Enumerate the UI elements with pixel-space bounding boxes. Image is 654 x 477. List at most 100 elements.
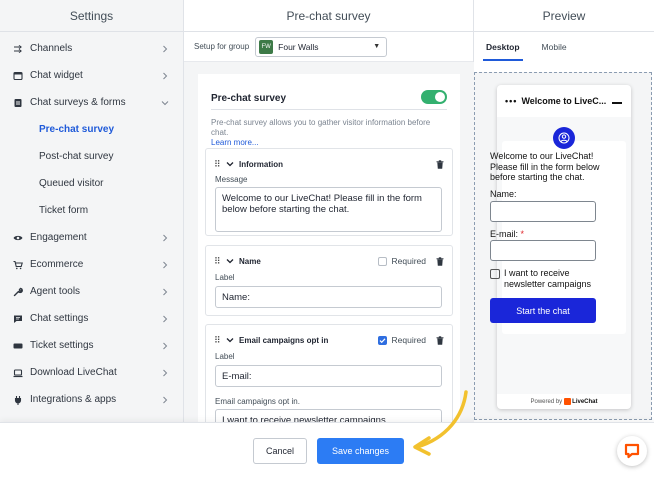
trash-icon[interactable] — [436, 159, 444, 169]
chevron-down-icon[interactable] — [226, 336, 234, 344]
sidebar-item-label: Agent tools — [30, 286, 81, 297]
group-select[interactable]: FW Four Walls ▼ — [255, 36, 388, 57]
sidebar-subitem-pre-chat-survey[interactable]: Pre-chat survey — [0, 116, 183, 143]
tab-desktop[interactable]: Desktop — [483, 32, 523, 62]
channels-icon — [13, 44, 23, 54]
sidebar-item-chat-widget[interactable]: Chat widget — [0, 62, 183, 89]
cart-icon — [13, 260, 23, 270]
message-textarea[interactable]: Welcome to our LiveChat! Please fill in … — [215, 187, 442, 232]
name-field-card: ⠿ Name Required Label Name: — [205, 245, 453, 316]
information-field-card: ⠿ Information Message Welcome to our Liv… — [205, 148, 453, 236]
sidebar-item-chat-surveys-forms[interactable]: Chat surveys & forms — [0, 89, 183, 116]
sidebar-subitem-queued-visitor[interactable]: Queued visitor — [0, 170, 183, 197]
chevron-down-icon[interactable] — [226, 257, 234, 265]
preview-title: Preview — [474, 0, 654, 32]
chevron-down-icon — [161, 100, 169, 105]
name-label-input[interactable]: Name: — [215, 286, 442, 308]
survey-form: Pre-chat survey Pre-chat survey allows y… — [198, 74, 460, 422]
checkmark-icon — [379, 337, 385, 343]
card-title: Name — [239, 256, 261, 266]
required-checkbox[interactable]: Required — [377, 256, 427, 266]
chevron-right-icon — [163, 369, 168, 376]
optin-label-input[interactable]: I want to receive newsletter campaigns — [215, 409, 442, 422]
card-header: ⠿ Name Required — [214, 255, 444, 267]
required-label: Required — [391, 256, 427, 266]
sidebar-item-ticket-settings[interactable]: Ticket settings — [0, 332, 183, 359]
group-name: Four Walls — [278, 41, 319, 52]
caret-down-icon: ▼ — [373, 43, 381, 50]
survey-enabled-toggle[interactable] — [421, 90, 447, 104]
sidebar-item-chat-settings[interactable]: Chat settings — [0, 305, 183, 332]
forms-icon — [13, 98, 23, 108]
required-checkbox[interactable]: Required — [377, 335, 426, 345]
tab-mobile[interactable]: Mobile — [542, 32, 567, 62]
sidebar-item-label: Chat settings — [30, 313, 89, 324]
sidebar-item-agent-tools[interactable]: Agent tools — [0, 278, 183, 305]
wrench-icon — [13, 287, 23, 297]
sidebar-item-integrations-apps[interactable]: Integrations & apps — [0, 386, 183, 413]
chat-bubble-icon — [624, 443, 640, 459]
required-mark: * — [520, 229, 525, 239]
livechat-launcher-button[interactable] — [617, 436, 647, 466]
preview-stage: ••• Welcome to LiveC... Welcome to our L… — [474, 72, 652, 420]
sidebar-item-ecommerce[interactable]: Ecommerce — [0, 251, 183, 278]
sidebar-nav: Channels Chat widget Chat surveys & form… — [0, 32, 183, 413]
section-header: Pre-chat survey — [211, 88, 447, 110]
widget-icon — [13, 71, 23, 81]
checkbox-box — [377, 256, 387, 266]
livechat-logo-icon — [564, 398, 572, 405]
save-changes-button[interactable]: Save changes — [317, 438, 404, 464]
powered-by-footer: Powered by LiveChat — [497, 394, 631, 409]
trash-icon[interactable] — [436, 335, 444, 345]
plug-icon — [13, 395, 23, 405]
preview-panel: Preview Desktop Mobile ••• Welcome to Li… — [474, 0, 654, 422]
start-chat-button: Start the chat — [490, 298, 596, 323]
brand-name: LiveChat — [572, 398, 598, 405]
chevron-right-icon — [163, 261, 168, 268]
more-options-icon: ••• — [505, 96, 518, 106]
sidebar-subitem-ticket-form[interactable]: Ticket form — [0, 197, 183, 224]
widget-email-label: E-mail: * — [490, 229, 524, 239]
learn-more-link[interactable]: Learn more... — [211, 138, 259, 147]
sidebar-item-channels[interactable]: Channels — [0, 35, 183, 62]
chevron-down-icon[interactable] — [226, 160, 234, 168]
chevron-right-icon — [163, 342, 168, 349]
powered-by-text: Powered by — [530, 398, 563, 405]
sidebar-item-engagement[interactable]: Engagement — [0, 224, 183, 251]
section-description: Pre-chat survey allows you to gather vis… — [211, 118, 447, 148]
sidebar-subitem-post-chat-survey[interactable]: Post-chat survey — [0, 143, 183, 170]
cancel-button[interactable]: Cancel — [253, 438, 307, 464]
widget-checkbox-label: I want to receive newsletter campaigns — [504, 268, 592, 289]
field-label: Label — [215, 352, 235, 361]
email-label-input[interactable]: E-mail: — [215, 365, 442, 387]
group-selector-row: Setup for group FW Four Walls ▼ — [184, 32, 473, 62]
sidebar-item-label: Integrations & apps — [30, 394, 117, 405]
sidebar-item-label: Channels — [30, 43, 73, 54]
chevron-right-icon — [163, 72, 168, 79]
pre-chat-survey-panel: Pre-chat survey Setup for group FW Four … — [184, 0, 474, 422]
drag-handle-icon[interactable]: ⠿ — [214, 335, 222, 346]
chevron-right-icon — [163, 315, 168, 322]
drag-handle-icon[interactable]: ⠿ — [214, 159, 222, 170]
widget-title: Welcome to LiveC... — [521, 96, 607, 106]
sidebar-item-label: Engagement — [30, 232, 87, 243]
optin-field-label: Email campaigns opt in. — [215, 397, 300, 406]
card-header: ⠿ Email campaigns opt in Required — [214, 334, 444, 346]
settings-scroll-area[interactable]: Pre-chat survey Pre-chat survey allows y… — [184, 62, 474, 422]
email-optin-field-card: ⠿ Email campaigns opt in Required Label … — [205, 324, 453, 422]
group-label: Setup for group — [194, 42, 250, 51]
preview-tabs: Desktop Mobile — [474, 32, 654, 62]
drag-handle-icon[interactable]: ⠿ — [214, 256, 222, 267]
sidebar-item-label: Chat surveys & forms — [30, 97, 126, 108]
card-title: Email campaigns opt in — [239, 335, 329, 345]
avatar-icon — [553, 127, 575, 149]
chevron-right-icon — [163, 288, 168, 295]
sidebar-item-label: Ticket settings — [30, 340, 94, 351]
checkbox-box — [377, 335, 387, 345]
action-footer: Cancel Save changes — [0, 422, 654, 477]
trash-icon[interactable] — [436, 256, 444, 266]
description-text: Pre-chat survey allows you to gather vis… — [211, 118, 431, 137]
download-icon — [13, 368, 23, 378]
widget-checkbox — [490, 269, 500, 279]
sidebar-item-download-livechat[interactable]: Download LiveChat — [0, 359, 183, 386]
